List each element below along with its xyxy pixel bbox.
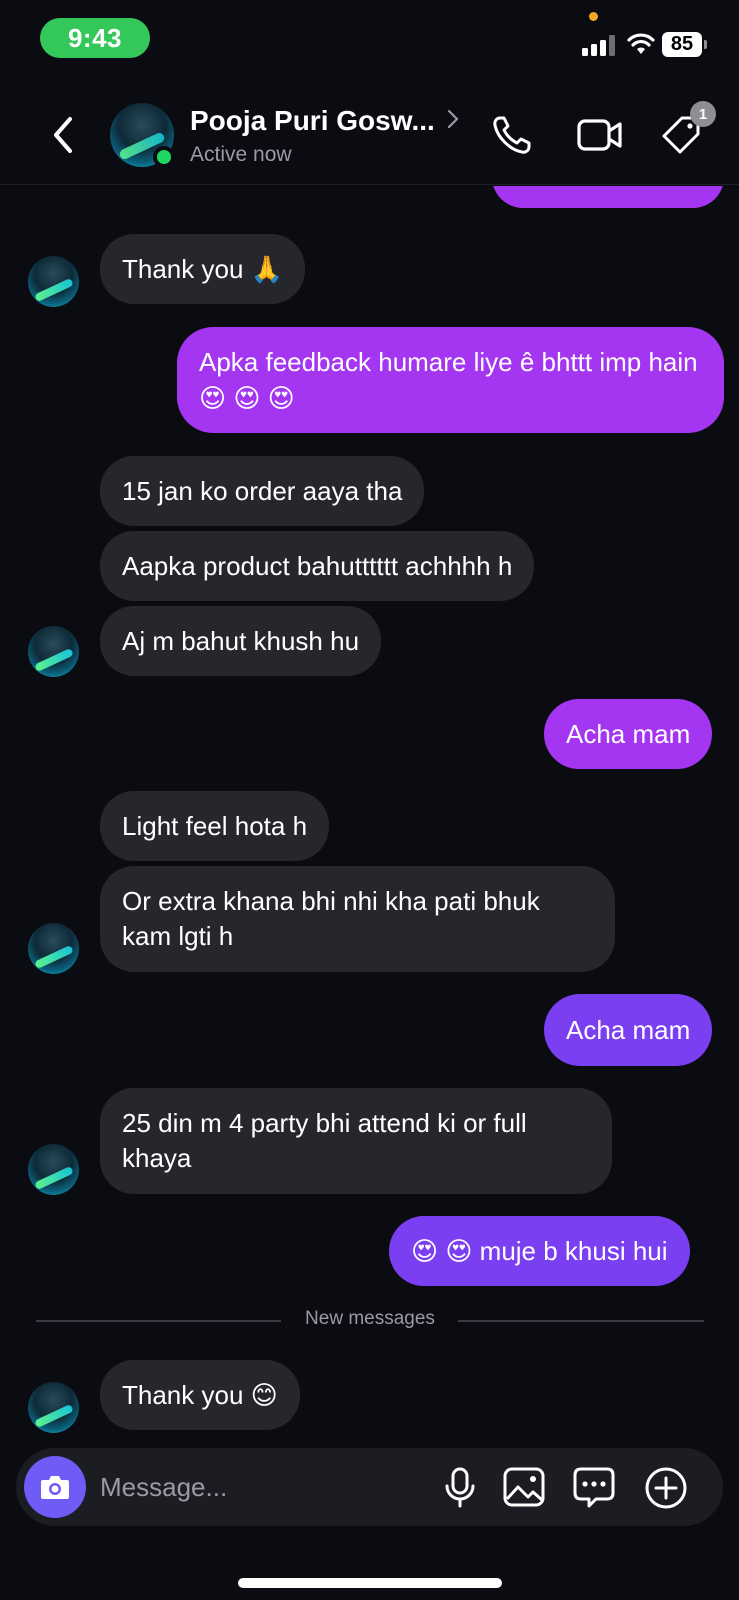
message-bubble-partial[interactable] <box>492 186 724 208</box>
microphone-icon[interactable] <box>440 1466 480 1508</box>
message-bubble[interactable]: Light feel hota h <box>100 791 330 861</box>
active-status: Active now <box>190 143 292 166</box>
sender-avatar[interactable] <box>28 626 79 677</box>
chevron-right-icon[interactable] <box>446 107 460 131</box>
message-composer <box>16 1448 723 1526</box>
home-indicator[interactable] <box>238 1578 502 1588</box>
message-bubble[interactable]: Thank you 🙏 <box>100 234 306 304</box>
gallery-icon[interactable] <box>502 1466 546 1508</box>
new-messages-divider: New messages <box>305 1308 435 1329</box>
message-bubble[interactable]: Thank you 😊 <box>100 1360 300 1430</box>
status-bar: 9:43 85 <box>0 0 739 80</box>
contact-name[interactable]: Pooja Puri Gosw... <box>190 105 435 137</box>
back-icon[interactable] <box>46 113 80 157</box>
sender-avatar[interactable] <box>28 256 79 307</box>
message-list[interactable]: Thank you 🙏 Apka feedback humare liye ê … <box>0 186 739 1446</box>
sticker-icon[interactable] <box>572 1466 616 1508</box>
message-bubble[interactable]: Aj m bahut khush hu <box>100 606 382 676</box>
divider-line-left <box>36 1320 281 1322</box>
sender-avatar[interactable] <box>28 1382 79 1433</box>
message-bubble[interactable]: Or extra khana bhi nhi kha pati bhuk kam… <box>100 866 615 972</box>
wifi-icon <box>627 33 655 54</box>
message-bubble[interactable]: Acha mam <box>544 994 713 1066</box>
message-bubble[interactable]: Acha mam <box>544 699 713 769</box>
message-input[interactable] <box>100 1464 430 1510</box>
message-bubble[interactable]: 25 din m 4 party bhi attend ki or full k… <box>100 1088 612 1194</box>
message-bubble[interactable]: Aapka product bahutttttt achhhh h <box>100 531 535 601</box>
plus-circle-icon[interactable] <box>644 1466 688 1510</box>
sender-avatar[interactable] <box>28 923 79 974</box>
privacy-indicator <box>589 12 598 21</box>
phone-icon[interactable] <box>490 113 534 157</box>
sender-avatar[interactable] <box>28 1144 79 1195</box>
divider-line-right <box>458 1320 704 1322</box>
status-time: 9:43 <box>40 18 150 58</box>
camera-icon <box>41 1476 69 1499</box>
message-bubble[interactable]: 😍 😍 muje b khusi hui <box>389 1216 690 1286</box>
video-camera-icon[interactable] <box>576 115 624 155</box>
tag-badge: 1 <box>690 101 716 127</box>
message-bubble[interactable]: Apka feedback humare liye ê bhttt imp ha… <box>177 327 724 433</box>
chat-header: Pooja Puri Gosw... Active now 1 <box>0 85 739 185</box>
online-indicator <box>153 146 175 168</box>
camera-button[interactable] <box>24 1456 86 1518</box>
cellular-signal-icon <box>582 34 616 56</box>
message-bubble[interactable]: 15 jan ko order aaya tha <box>100 456 425 526</box>
battery-level: 85 <box>662 32 707 57</box>
